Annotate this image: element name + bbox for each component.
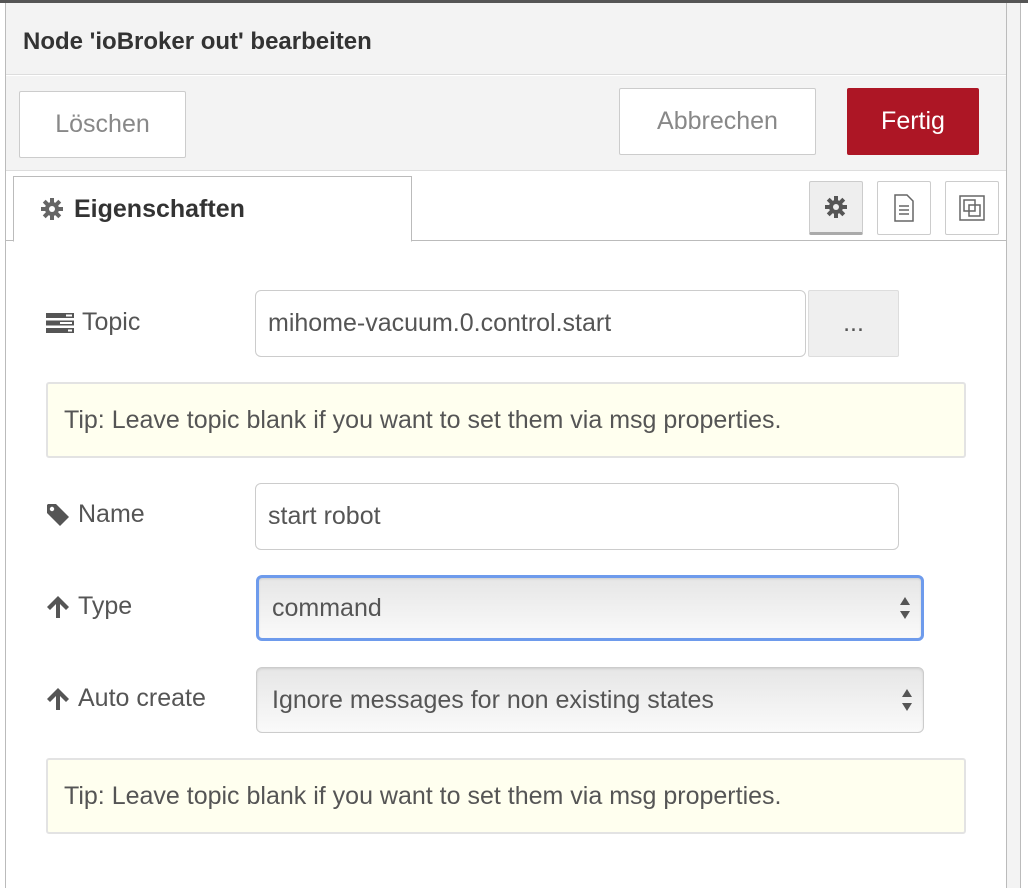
autocreate-label-text: Auto create — [78, 684, 206, 712]
autocreate-select-value: Ignore messages for non existing states — [272, 685, 714, 714]
topic-label-text: Topic — [82, 308, 141, 336]
arrow-up-icon — [47, 687, 69, 710]
type-select-value: command — [272, 593, 382, 622]
cancel-button[interactable]: Abbrechen — [619, 88, 816, 155]
tasks-icon — [46, 312, 74, 333]
appearance-tab-button[interactable] — [945, 181, 999, 235]
topic-label: Topic — [46, 308, 140, 337]
dialog-title: Node 'ioBroker out' bearbeiten — [23, 28, 372, 55]
name-input[interactable]: start robot — [255, 483, 899, 550]
description-tab-button[interactable] — [877, 181, 931, 235]
type-select[interactable]: command — [256, 575, 924, 641]
gear-icon — [825, 196, 847, 218]
tab-properties[interactable]: Eigenschaften — [13, 176, 412, 242]
topic-browse-button[interactable]: ... — [808, 290, 899, 357]
type-label-text: Type — [78, 592, 133, 620]
arrow-up-icon — [47, 595, 69, 618]
tab-properties-label: Eigenschaften — [74, 194, 245, 223]
topic-tip: Tip: Leave topic blank if you want to se… — [46, 382, 966, 458]
properties-tab-button[interactable] — [809, 181, 863, 235]
select-arrows-icon — [900, 597, 910, 619]
tab-bar: Eigenschaften — [6, 171, 1006, 242]
done-button[interactable]: Fertig — [847, 88, 979, 155]
autocreate-label: Auto create — [46, 684, 206, 713]
delete-button[interactable]: Löschen — [19, 91, 186, 158]
select-arrows-icon — [902, 689, 912, 711]
autocreate-select[interactable]: Ignore messages for non existing states — [256, 667, 924, 733]
layout-icon — [959, 195, 985, 221]
tag-icon — [47, 503, 69, 526]
dialog-header: Node 'ioBroker out' bearbeiten — [6, 3, 1006, 75]
gear-icon — [41, 198, 63, 220]
document-icon — [894, 194, 914, 222]
name-label-text: Name — [78, 500, 145, 528]
autocreate-tip: Tip: Leave topic blank if you want to se… — [46, 758, 966, 834]
topic-input[interactable]: mihome-vacuum.0.control.start — [255, 290, 806, 357]
sidebar-gutter — [1007, 3, 1021, 888]
dialog-toolbar: Löschen Abbrechen Fertig — [6, 76, 1006, 171]
name-label: Name — [46, 500, 145, 529]
type-label: Type — [46, 592, 132, 621]
edit-node-dialog: Node 'ioBroker out' bearbeiten Löschen A… — [5, 3, 1007, 888]
